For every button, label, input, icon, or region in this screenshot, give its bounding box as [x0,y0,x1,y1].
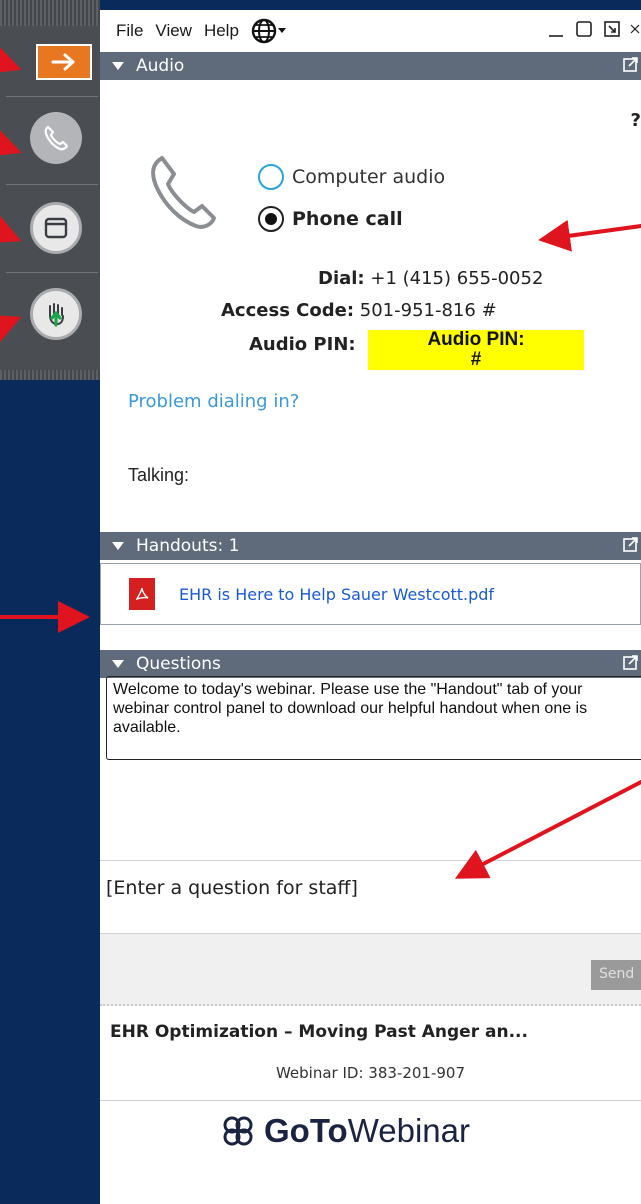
dial-row: Dial: +1 (415) 655-0052 [318,268,543,289]
restore-button[interactable] [601,18,623,40]
send-area: Send [100,934,641,1006]
brand-light: Webinar [347,1112,470,1149]
toolbar-divider [6,96,98,97]
audio-panel: ? Computer audio Phone call Dial: +1 (41… [100,80,641,532]
screen-view-button[interactable] [30,202,82,254]
arrow-right-icon [51,53,75,71]
webinar-id: Webinar ID: 383-201-907 [275,1064,466,1082]
computer-audio-option[interactable]: Computer audio [258,164,445,190]
handout-item[interactable]: EHR is Here to Help Sauer Westcott.pdf [100,563,641,625]
popout-icon[interactable] [623,654,639,670]
chevron-down-icon [277,28,286,33]
welcome-message: Welcome to today's webinar. Please use t… [113,681,588,736]
audio-toggle-button[interactable] [30,112,82,164]
audio-pin-value-line1: Audio PIN: [427,329,525,350]
webinar-title: EHR Optimization – Moving Past Anger an.… [110,1022,528,1042]
phone-icon [44,125,69,151]
footer-divider [100,1100,641,1101]
help-button[interactable]: ? [631,110,641,131]
popout-icon [604,21,620,37]
dial-label: Dial: [318,268,365,289]
close-icon [630,24,640,34]
control-panel-window: File View Help Audio ? Computer audio Ph… [100,10,641,1204]
toolbar-grip[interactable] [0,0,100,26]
question-input[interactable]: [Enter a question for staff] [100,860,641,934]
globe-icon [251,18,277,44]
menu-help[interactable]: Help [198,21,245,41]
minimize-icon [549,35,563,37]
collapse-panel-button[interactable] [36,44,92,80]
menu-view[interactable]: View [149,21,198,41]
phone-call-label: Phone call [292,208,403,230]
brand-bold: GoTo [264,1112,348,1149]
audio-pin-row: Audio PIN: [249,334,356,355]
questions-header-label: Questions [136,654,221,674]
menu-bar: File View Help [100,10,641,52]
gotowebinar-logo: GoTo Webinar [220,1112,470,1150]
talking-label: Talking: [128,465,190,485]
access-code-row: Access Code: 501-951-816 # [221,300,497,321]
phone-call-option[interactable]: Phone call [258,206,403,232]
computer-audio-radio[interactable] [258,164,284,190]
collapse-triangle-icon [112,62,124,70]
window-controls [545,18,641,40]
access-code-value: 501-951-816 # [359,300,497,321]
toolbar-divider [6,184,98,185]
handouts-header-label: Handouts: 1 [136,536,240,556]
problem-dialing-link[interactable]: Problem dialing in? [128,391,299,412]
toolbar-divider [6,272,98,273]
pdf-file-icon [129,578,155,610]
phone-icon [151,156,216,229]
window-icon [44,217,68,239]
raise-hand-icon [49,303,64,327]
collapse-triangle-icon [112,660,124,668]
computer-audio-label: Computer audio [292,166,446,188]
collapse-triangle-icon [112,542,124,550]
raise-hand-button[interactable] [30,288,82,340]
popout-icon[interactable] [623,536,639,552]
handouts-section-header[interactable]: Handouts: 1 [100,532,641,560]
audio-pin-label: Audio PIN: [249,334,356,355]
toolbar-grip[interactable] [0,370,100,380]
audio-header-label: Audio [136,56,185,76]
left-toolbar [0,0,100,380]
audio-section-header[interactable]: Audio [100,52,641,80]
dial-value: +1 (415) 655-0052 [370,268,544,289]
language-menu[interactable] [245,18,293,44]
maximize-button[interactable] [573,18,595,40]
questions-section-header[interactable]: Questions [100,650,641,678]
minimize-button[interactable] [545,18,567,40]
send-button[interactable]: Send [591,960,641,990]
popout-icon[interactable] [623,56,639,72]
audio-pin-value: Audio PIN: # [368,330,584,370]
gotowebinar-logo-icon [223,1116,253,1146]
handout-file-link[interactable]: EHR is Here to Help Sauer Westcott.pdf [179,585,494,604]
questions-log: Welcome to today's webinar. Please use t… [106,676,641,760]
access-code-label: Access Code: [221,300,355,321]
menu-file[interactable]: File [100,21,149,41]
audio-pin-value-line2: # [470,349,482,370]
close-button[interactable] [629,18,641,40]
maximize-icon [576,21,592,37]
phone-call-radio[interactable] [258,206,284,232]
